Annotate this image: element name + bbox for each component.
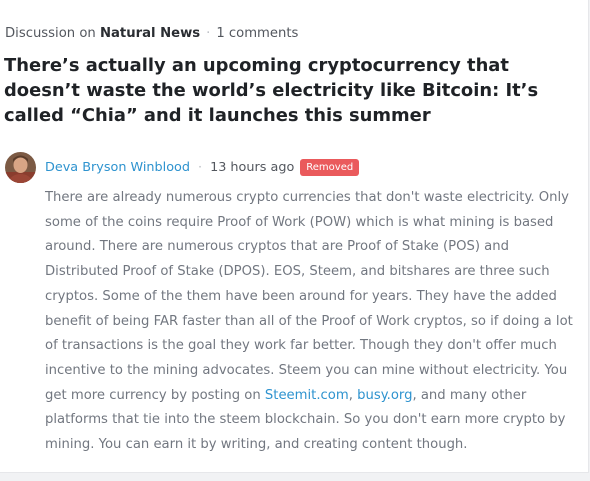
separator-dot: ·: [206, 26, 211, 41]
discussion-prefix: Discussion on: [5, 26, 96, 41]
community-link[interactable]: Natural News: [100, 26, 200, 41]
busy-link[interactable]: busy.org: [357, 388, 412, 403]
comment-text: There are already numerous crypto curren…: [45, 190, 573, 403]
avatar[interactable]: [5, 152, 36, 183]
comment-text: ,: [348, 387, 358, 403]
comment-author[interactable]: Deva Bryson Winblood: [45, 160, 190, 175]
steemit-link[interactable]: Steemit.com: [265, 388, 349, 403]
discussion-meta: Discussion on Natural News · 1 comments: [5, 26, 298, 41]
discussion-card: Discussion on Natural News · 1 comments Th…: [0, 0, 589, 473]
comment-body: There are already numerous crypto curren…: [45, 186, 585, 458]
comment-header: Deva Bryson Winblood · 13 hours ago Removed: [45, 159, 360, 177]
comments-count[interactable]: 1 comments: [216, 26, 298, 41]
post-title[interactable]: There’s actually an upcoming cryptocurre…: [4, 53, 584, 128]
user-avatar-icon: [5, 152, 36, 183]
status-badge: Removed: [300, 159, 360, 176]
separator-dot: ·: [198, 160, 203, 175]
comment-timestamp[interactable]: 13 hours ago: [210, 160, 294, 175]
